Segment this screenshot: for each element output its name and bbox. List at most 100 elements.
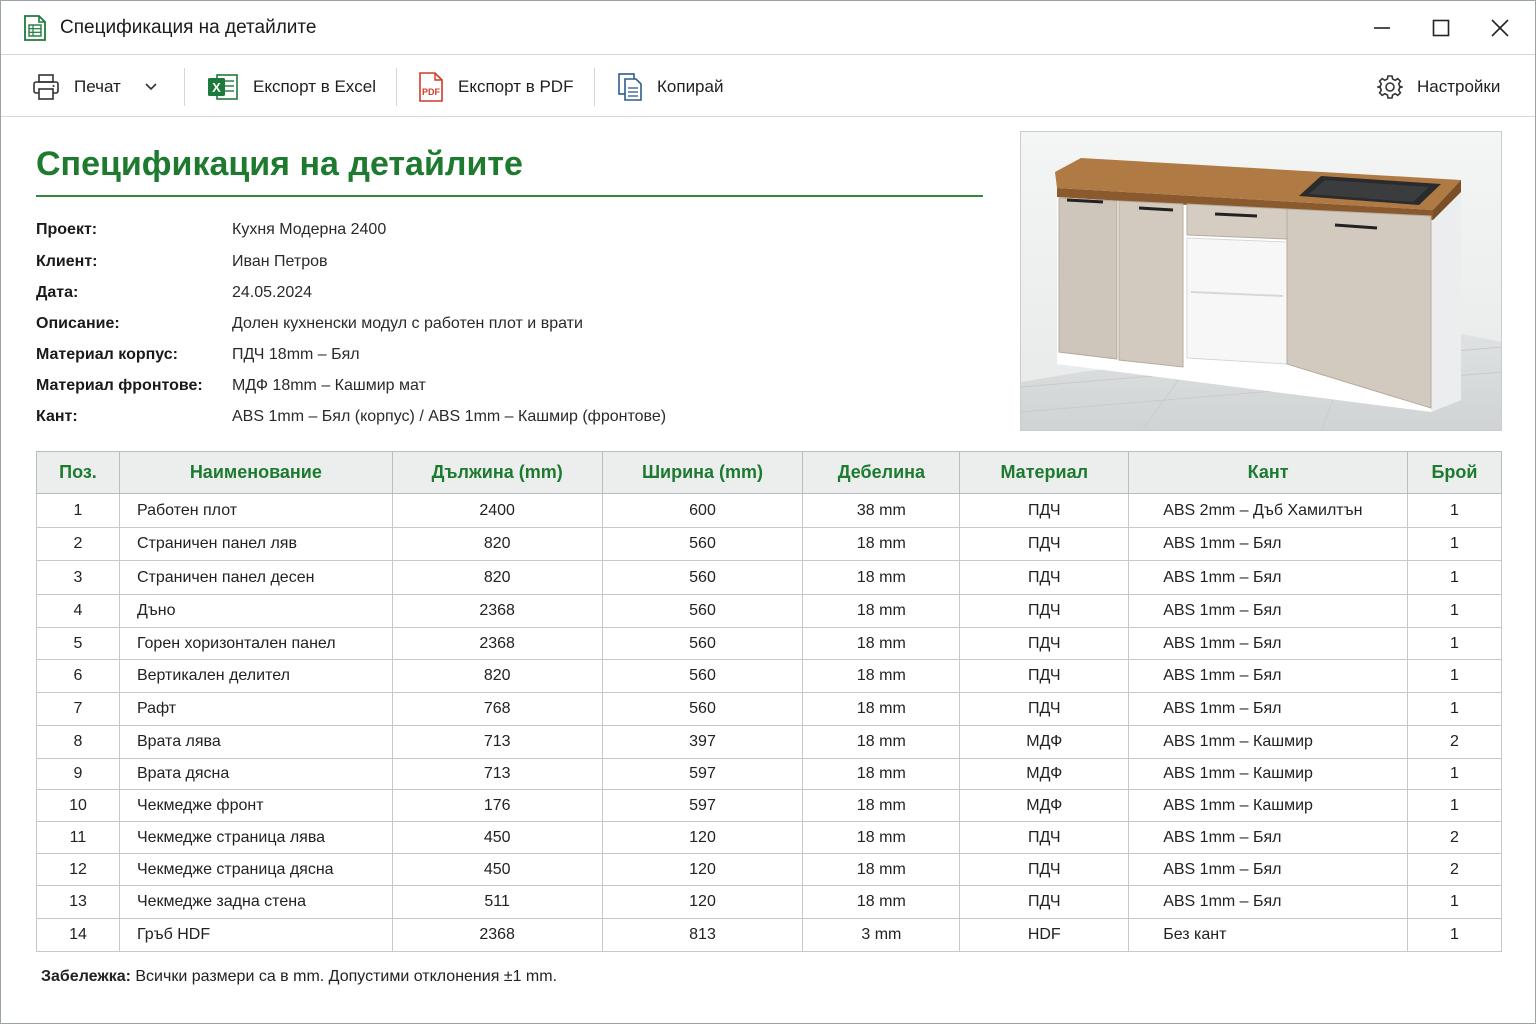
meta-value: Иван Петров [232, 253, 328, 270]
cell-length: 511 [391, 885, 603, 919]
table-row[interactable]: 3 Страничен панел десен 820 560 18 mm ПДЧ ABS … [36, 560, 1503, 595]
table-row[interactable]: 12 Чекмедже страница дясна 450 120 18 mm ПДЧ A… [36, 853, 1503, 886]
cell-position: 6 [36, 659, 120, 693]
column-header-edge[interactable]: Кант [1128, 451, 1408, 494]
cell-name: Врата дясна [118, 758, 393, 790]
table-body: 1 Работен плот 2400 600 38 mm ПДЧ ABS 2mm – Дъ… [36, 493, 1503, 952]
meta-key: Дата: [36, 284, 79, 301]
toolbar: Печат X Експорт в Excel PDF Експорт в PD… [1, 56, 1535, 117]
document-icon [24, 15, 46, 41]
cell-edge: ABS 1mm – Бял [1128, 560, 1408, 595]
column-header-length[interactable]: Дължина (mm) [391, 451, 603, 494]
cell-length: 713 [391, 725, 603, 759]
print-button[interactable]: Печат [32, 56, 121, 117]
svg-text:X: X [212, 80, 221, 95]
table-row[interactable]: 2 Страничен панел ляв 820 560 18 mm ПДЧ ABS 1m… [36, 527, 1503, 561]
toolbar-separator [184, 68, 185, 106]
cell-width: 120 [601, 821, 804, 854]
cell-material: ПДЧ [959, 692, 1130, 726]
specification-table: Поз. Наименование Дължина (mm) Ширина (m… [36, 451, 1503, 952]
table-row[interactable]: 4 Дъно 2368 560 18 mm ПДЧ ABS 1mm – Бял 1 [36, 594, 1503, 628]
export-pdf-button[interactable]: PDF Експорт в PDF [418, 56, 573, 117]
cell-position: 7 [36, 692, 120, 726]
cell-length: 820 [391, 560, 603, 595]
cell-material: ПДЧ [959, 659, 1130, 693]
app-window: Спецификация на детайлите Печат X Експор… [0, 0, 1536, 1024]
cell-edge: Без кант [1128, 918, 1408, 952]
maximize-icon [1432, 19, 1450, 37]
column-header-name[interactable]: Наименование [118, 451, 393, 494]
cell-length: 2368 [391, 918, 603, 952]
cell-thickness: 3 mm [802, 918, 961, 952]
cell-material: ПДЧ [959, 594, 1130, 628]
cell-position: 9 [36, 758, 120, 790]
cell-name: Работен плот [118, 493, 393, 528]
cell-quantity: 1 [1406, 627, 1503, 660]
maximize-button[interactable] [1412, 1, 1470, 55]
chevron-down-icon [145, 82, 157, 90]
cell-thickness: 18 mm [802, 789, 961, 822]
cell-edge: ABS 1mm – Бял [1128, 821, 1408, 854]
cell-quantity: 1 [1406, 560, 1503, 595]
copy-button[interactable]: Копирай [617, 56, 723, 117]
cell-quantity: 1 [1406, 918, 1503, 952]
minimize-button[interactable] [1353, 1, 1411, 55]
column-header-thickness[interactable]: Дебелина [802, 451, 961, 494]
cell-width: 813 [601, 918, 804, 952]
export-excel-button[interactable]: X Експорт в Excel [207, 56, 376, 117]
pdf-icon: PDF [419, 71, 443, 102]
meta-value: ПДЧ 18mm – Бял [232, 346, 360, 363]
cell-edge: ABS 1mm – Бял [1128, 659, 1408, 693]
cell-material: ПДЧ [959, 821, 1130, 854]
cell-thickness: 18 mm [802, 821, 961, 854]
column-header-width[interactable]: Ширина (mm) [601, 451, 804, 494]
cell-edge: ABS 1mm – Бял [1128, 692, 1408, 726]
print-label: Печат [74, 76, 121, 96]
gear-icon [1377, 74, 1403, 99]
cell-material: МДФ [959, 789, 1130, 822]
cell-width: 120 [601, 853, 804, 886]
cell-edge: ABS 1mm – Кашмир [1128, 789, 1408, 822]
cell-length: 2400 [391, 493, 603, 528]
column-header-position[interactable]: Поз. [36, 451, 120, 494]
heading-divider [36, 195, 983, 197]
table-row[interactable]: 9 Врата дясна 713 597 18 mm МДФ ABS 1mm – Кашм… [36, 758, 1503, 790]
table-row[interactable]: 8 Врата лява 713 397 18 mm МДФ ABS 1mm – Кашми… [36, 725, 1503, 759]
cell-name: Страничен панел ляв [118, 527, 393, 561]
meta-key: Клиент: [36, 253, 98, 270]
table-row[interactable]: 6 Вертикален делител 820 560 18 mm ПДЧ ABS 1mm… [36, 659, 1503, 693]
print-dropdown-button[interactable] [143, 56, 159, 117]
cell-material: ПДЧ [959, 627, 1130, 660]
cell-edge: ABS 1mm – Бял [1128, 594, 1408, 628]
table-row[interactable]: 11 Чекмедже страница лява 450 120 18 mm ПДЧ AB… [36, 821, 1503, 854]
footnote: Забележка: Всички размери са в mm. Допус… [41, 968, 557, 986]
table-row[interactable]: 14 Гръб HDF 2368 813 3 mm HDF Без кант 1 [36, 918, 1503, 952]
column-header-material[interactable]: Материал [959, 451, 1130, 494]
cell-quantity: 2 [1406, 821, 1503, 854]
cell-edge: ABS 2mm – Дъб Хамилтън [1128, 493, 1408, 528]
cell-position: 1 [36, 493, 120, 528]
cell-width: 597 [601, 789, 804, 822]
cell-material: МДФ [959, 758, 1130, 790]
cell-quantity: 1 [1406, 692, 1503, 726]
close-button[interactable] [1471, 1, 1529, 55]
cell-quantity: 1 [1406, 527, 1503, 561]
cell-thickness: 18 mm [802, 560, 961, 595]
cell-thickness: 18 mm [802, 853, 961, 886]
cell-quantity: 1 [1406, 659, 1503, 693]
excel-icon: X [208, 73, 238, 100]
table-row[interactable]: 7 Рафт 768 560 18 mm ПДЧ ABS 1mm – Бял 1 [36, 692, 1503, 726]
column-header-quantity[interactable]: Брой [1406, 451, 1503, 494]
cell-length: 2368 [391, 594, 603, 628]
cell-width: 560 [601, 659, 804, 693]
table-row[interactable]: 13 Чекмедже задна стена 511 120 18 mm ПДЧ ABS … [36, 885, 1503, 919]
settings-button[interactable]: Настройки [1377, 56, 1500, 117]
title-bar: Спецификация на детайлите [1, 1, 1535, 55]
table-row[interactable]: 5 Горен хоризонтален панел 2368 560 18 mm ПДЧ… [36, 627, 1503, 660]
meta-value: 24.05.2024 [232, 284, 313, 301]
kitchen-cabinet-illustration [1021, 132, 1501, 430]
table-row[interactable]: 1 Работен плот 2400 600 38 mm ПДЧ ABS 2mm – Дъ… [36, 493, 1503, 528]
cell-width: 600 [601, 493, 804, 528]
footnote-label: Забележка: [41, 968, 131, 985]
table-row[interactable]: 10 Чекмедже фронт 176 597 18 mm МДФ ABS 1mm – … [36, 789, 1503, 822]
